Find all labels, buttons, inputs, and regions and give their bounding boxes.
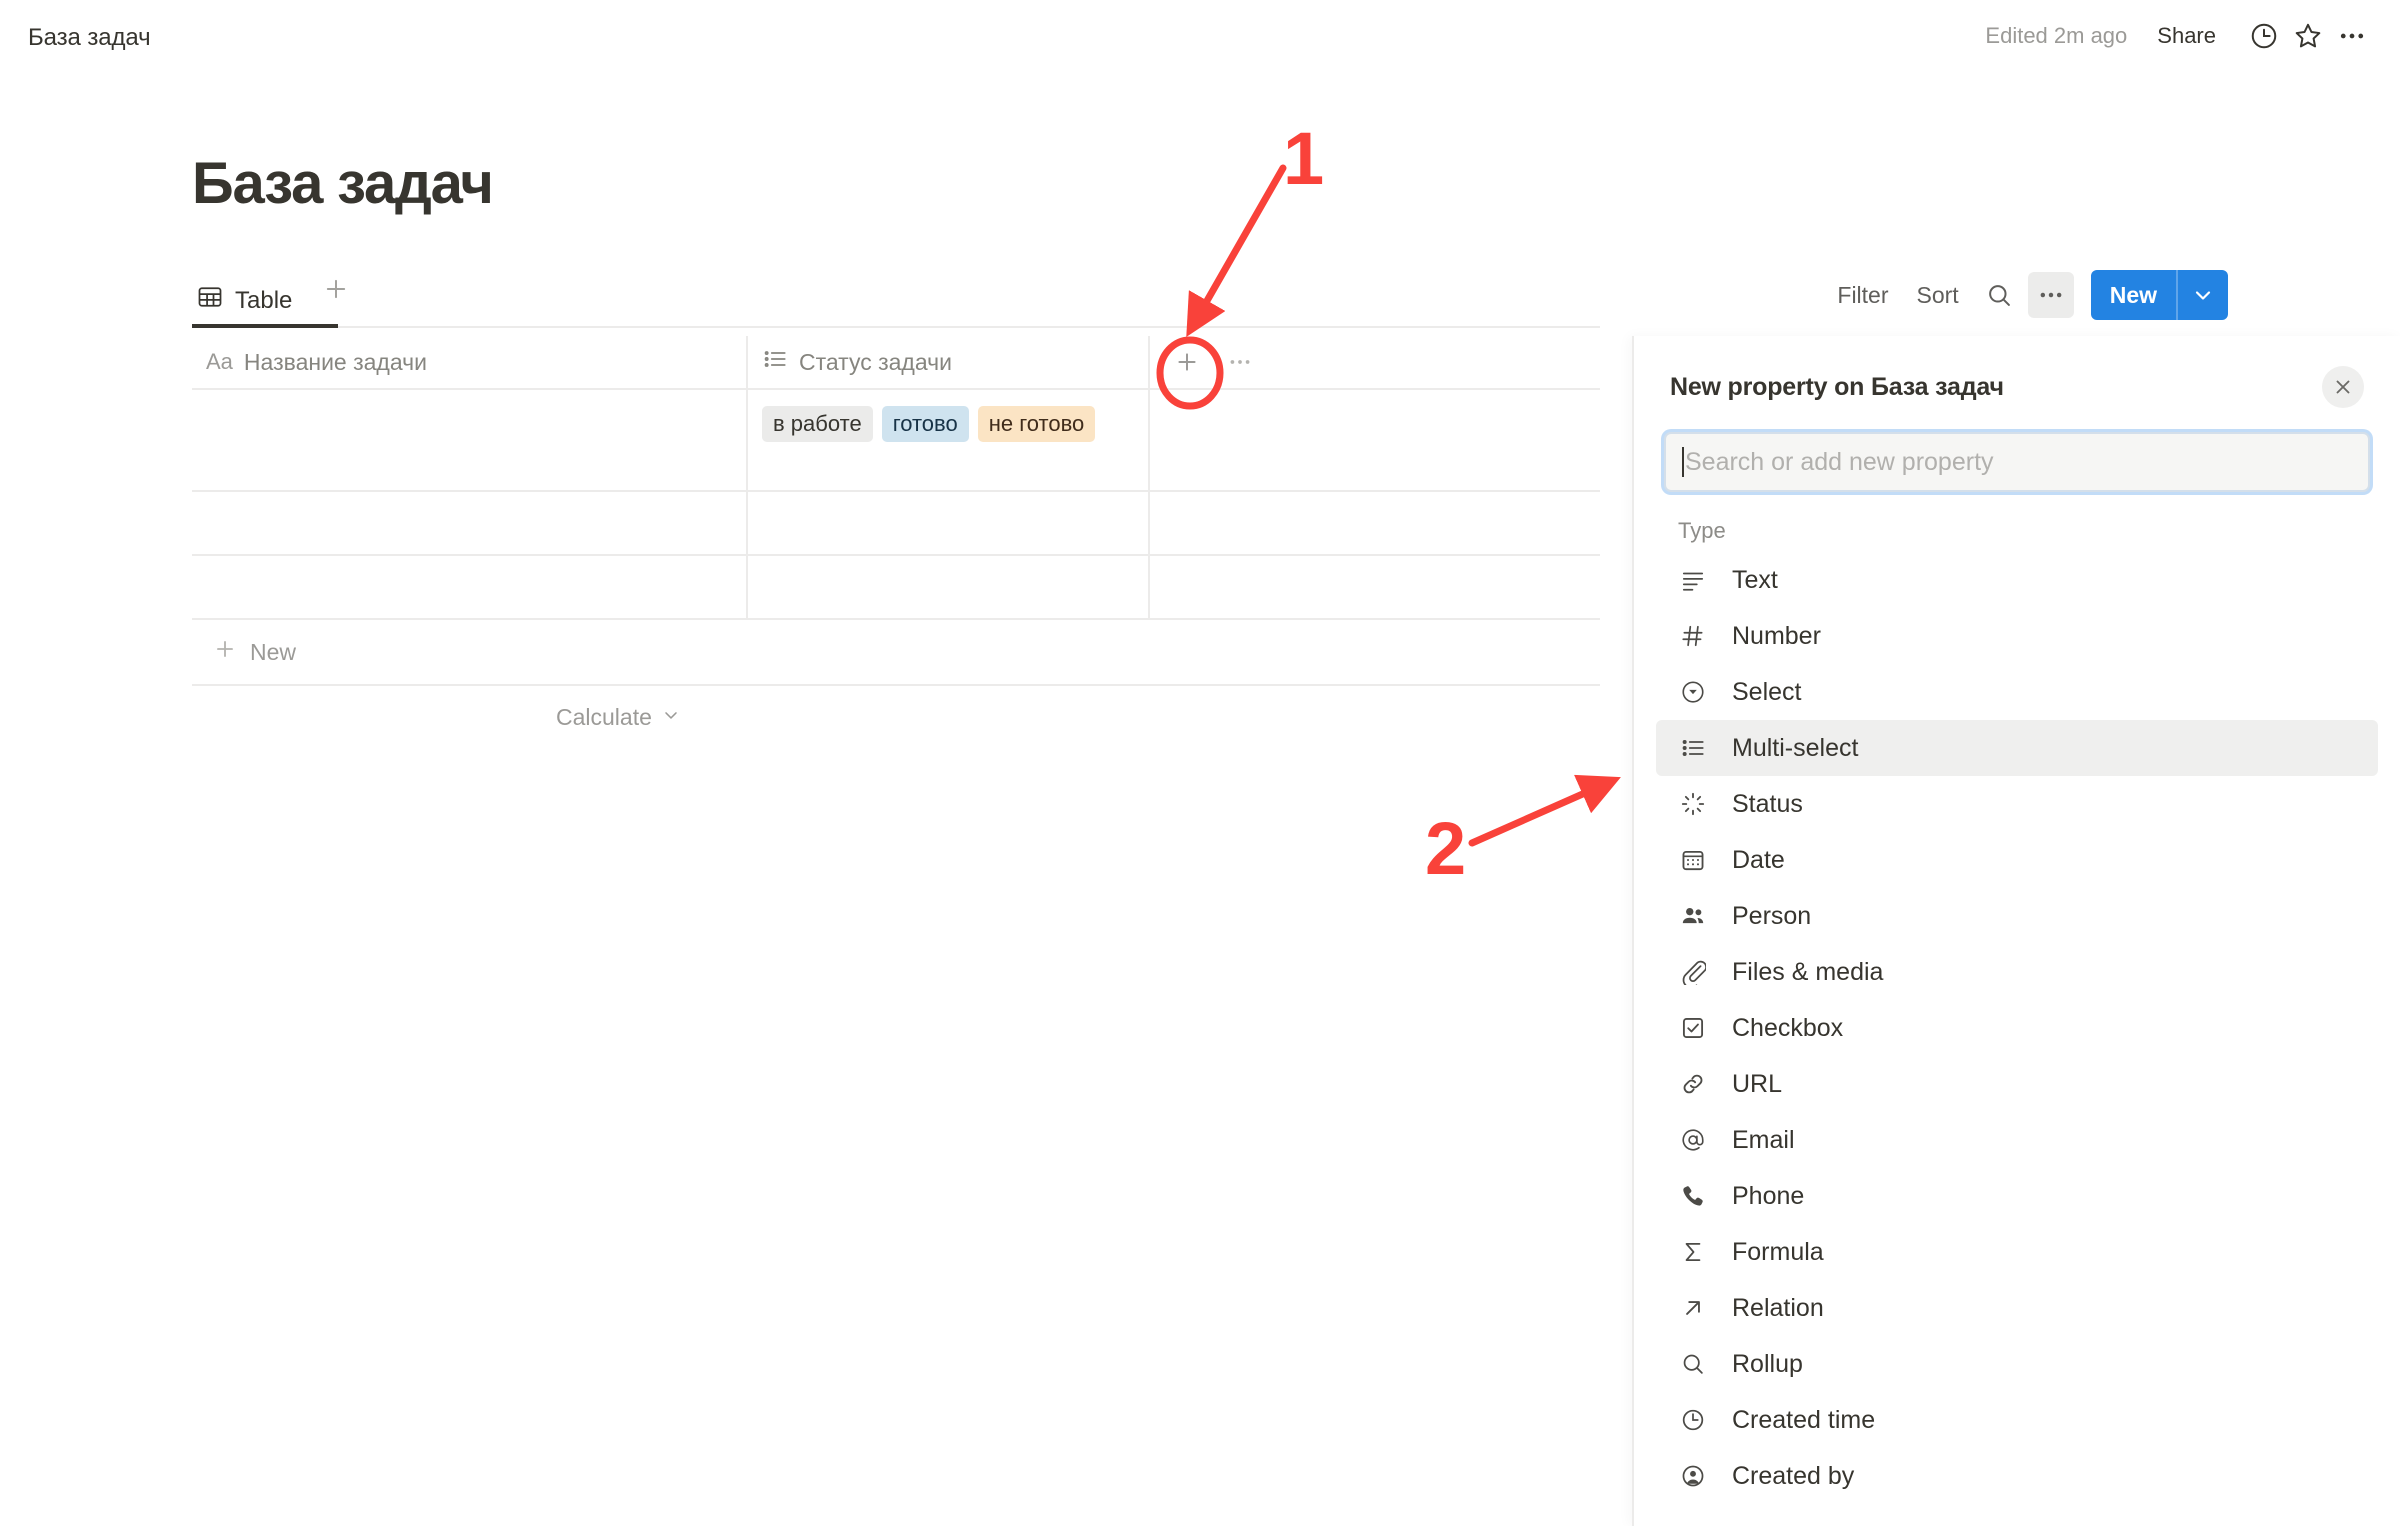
annotation-number-2: 2	[1425, 807, 1467, 890]
annotation-circle-add-column	[1156, 336, 1224, 410]
annotation-arrow-2	[1468, 774, 1621, 847]
app-root: База задач Edited 2m ago Share База зада	[0, 0, 2400, 1526]
annotation-overlay	[1156, 164, 1621, 847]
annotation-number-1: 1	[1283, 117, 1325, 200]
annotation-arrow-1	[1186, 164, 1287, 338]
